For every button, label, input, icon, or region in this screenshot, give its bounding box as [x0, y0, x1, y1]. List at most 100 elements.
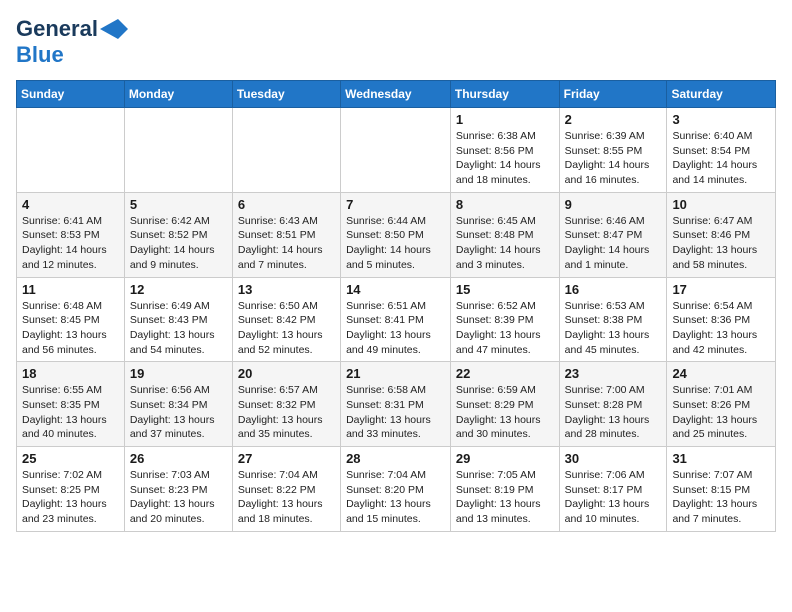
calendar-table: SundayMondayTuesdayWednesdayThursdayFrid…	[16, 80, 776, 532]
week-row-3: 11 Sunrise: 6:48 AMSunset: 8:45 PMDayligh…	[17, 277, 776, 362]
calendar-body: 1Sunrise: 6:38 AMSunset: 8:56 PMDaylight…	[17, 108, 776, 532]
day-header-saturday: Saturday	[667, 81, 776, 108]
day-number: 15	[456, 282, 554, 297]
calendar-cell	[124, 108, 232, 193]
day-number: 7	[346, 197, 445, 212]
day-number: 23	[565, 366, 662, 381]
day-info: Sunrise: 6:42 AMSunset: 8:52 PMDaylight:…	[130, 214, 227, 273]
calendar-cell: 8Sunrise: 6:45 AMSunset: 8:48 PMDaylight…	[450, 192, 559, 277]
day-info: Sunrise: 7:02 AMSunset: 8:25 PMDaylight:…	[22, 468, 119, 527]
calendar-cell: 11 Sunrise: 6:48 AMSunset: 8:45 PMDayligh…	[17, 277, 125, 362]
calendar-cell	[232, 108, 340, 193]
day-number: 18	[22, 366, 119, 381]
calendar-cell: 17 Sunrise: 6:54 AMSunset: 8:36 PMDayligh…	[667, 277, 776, 362]
week-row-4: 18 Sunrise: 6:55 AMSunset: 8:35 PMDayligh…	[17, 362, 776, 447]
day-number: 13	[238, 282, 335, 297]
day-header-thursday: Thursday	[450, 81, 559, 108]
day-number: 3	[672, 112, 770, 127]
day-number: 12	[130, 282, 227, 297]
day-info: Sunrise: 7:05 AMSunset: 8:19 PMDaylight:…	[456, 468, 554, 527]
day-info: Sunrise: 6:39 AMSunset: 8:55 PMDaylight:…	[565, 129, 662, 188]
day-info: Sunrise: 6:43 AMSunset: 8:51 PMDaylight:…	[238, 214, 335, 273]
day-number: 8	[456, 197, 554, 212]
calendar-cell: 31Sunrise: 7:07 AMSunset: 8:15 PMDayligh…	[667, 447, 776, 532]
day-number: 20	[238, 366, 335, 381]
day-info: Sunrise: 6:48 AMSunset: 8:45 PMDaylight:…	[22, 299, 119, 358]
logo-blue: Blue	[16, 42, 64, 67]
calendar-cell: 13 Sunrise: 6:50 AMSunset: 8:42 PMDayligh…	[232, 277, 340, 362]
day-number: 22	[456, 366, 554, 381]
calendar-cell: 9Sunrise: 6:46 AMSunset: 8:47 PMDaylight…	[559, 192, 667, 277]
calendar-cell: 2 Sunrise: 6:39 AMSunset: 8:55 PMDaylight…	[559, 108, 667, 193]
day-info: Sunrise: 7:04 AMSunset: 8:22 PMDaylight:…	[238, 468, 335, 527]
calendar-cell: 5 Sunrise: 6:42 AMSunset: 8:52 PMDaylight…	[124, 192, 232, 277]
calendar-cell: 4Sunrise: 6:41 AMSunset: 8:53 PMDaylight…	[17, 192, 125, 277]
calendar-cell: 27 Sunrise: 7:04 AMSunset: 8:22 PMDayligh…	[232, 447, 340, 532]
day-info: Sunrise: 6:56 AMSunset: 8:34 PMDaylight:…	[130, 383, 227, 442]
calendar-cell: 22 Sunrise: 6:59 AMSunset: 8:29 PMDayligh…	[450, 362, 559, 447]
week-row-5: 25 Sunrise: 7:02 AMSunset: 8:25 PMDayligh…	[17, 447, 776, 532]
calendar-cell: 21 Sunrise: 6:58 AMSunset: 8:31 PMDayligh…	[341, 362, 451, 447]
calendar-header-row: SundayMondayTuesdayWednesdayThursdayFrid…	[17, 81, 776, 108]
day-info: Sunrise: 6:51 AMSunset: 8:41 PMDaylight:…	[346, 299, 445, 358]
calendar-cell	[17, 108, 125, 193]
day-header-sunday: Sunday	[17, 81, 125, 108]
calendar-cell: 20Sunrise: 6:57 AMSunset: 8:32 PMDayligh…	[232, 362, 340, 447]
day-info: Sunrise: 7:07 AMSunset: 8:15 PMDaylight:…	[672, 468, 770, 527]
calendar-cell: 15 Sunrise: 6:52 AMSunset: 8:39 PMDayligh…	[450, 277, 559, 362]
day-number: 17	[672, 282, 770, 297]
day-number: 25	[22, 451, 119, 466]
day-number: 26	[130, 451, 227, 466]
day-info: Sunrise: 6:59 AMSunset: 8:29 PMDaylight:…	[456, 383, 554, 442]
page-header: General Blue	[16, 16, 776, 68]
logo-general: General	[16, 16, 98, 42]
calendar-cell: 26Sunrise: 7:03 AMSunset: 8:23 PMDayligh…	[124, 447, 232, 532]
day-number: 6	[238, 197, 335, 212]
calendar-cell: 16 Sunrise: 6:53 AMSunset: 8:38 PMDayligh…	[559, 277, 667, 362]
day-info: Sunrise: 6:52 AMSunset: 8:39 PMDaylight:…	[456, 299, 554, 358]
day-number: 24	[672, 366, 770, 381]
calendar-cell: 10 Sunrise: 6:47 AMSunset: 8:46 PMDayligh…	[667, 192, 776, 277]
day-number: 1	[456, 112, 554, 127]
day-header-monday: Monday	[124, 81, 232, 108]
calendar-cell: 18 Sunrise: 6:55 AMSunset: 8:35 PMDayligh…	[17, 362, 125, 447]
calendar-cell: 14 Sunrise: 6:51 AMSunset: 8:41 PMDayligh…	[341, 277, 451, 362]
day-number: 29	[456, 451, 554, 466]
calendar-cell: 12 Sunrise: 6:49 AMSunset: 8:43 PMDayligh…	[124, 277, 232, 362]
day-number: 11	[22, 282, 119, 297]
day-number: 16	[565, 282, 662, 297]
day-number: 14	[346, 282, 445, 297]
day-info: Sunrise: 6:54 AMSunset: 8:36 PMDaylight:…	[672, 299, 770, 358]
week-row-1: 1Sunrise: 6:38 AMSunset: 8:56 PMDaylight…	[17, 108, 776, 193]
day-info: Sunrise: 6:44 AMSunset: 8:50 PMDaylight:…	[346, 214, 445, 273]
day-info: Sunrise: 7:04 AMSunset: 8:20 PMDaylight:…	[346, 468, 445, 527]
day-info: Sunrise: 6:58 AMSunset: 8:31 PMDaylight:…	[346, 383, 445, 442]
calendar-cell: 3 Sunrise: 6:40 AMSunset: 8:54 PMDaylight…	[667, 108, 776, 193]
day-info: Sunrise: 6:47 AMSunset: 8:46 PMDaylight:…	[672, 214, 770, 273]
day-info: Sunrise: 6:49 AMSunset: 8:43 PMDaylight:…	[130, 299, 227, 358]
calendar-cell: 23 Sunrise: 7:00 AMSunset: 8:28 PMDayligh…	[559, 362, 667, 447]
day-info: Sunrise: 7:06 AMSunset: 8:17 PMDaylight:…	[565, 468, 662, 527]
day-number: 5	[130, 197, 227, 212]
calendar-cell: 19Sunrise: 6:56 AMSunset: 8:34 PMDayligh…	[124, 362, 232, 447]
logo: General Blue	[16, 16, 128, 68]
day-info: Sunrise: 6:40 AMSunset: 8:54 PMDaylight:…	[672, 129, 770, 188]
day-info: Sunrise: 6:53 AMSunset: 8:38 PMDaylight:…	[565, 299, 662, 358]
day-number: 27	[238, 451, 335, 466]
day-info: Sunrise: 6:50 AMSunset: 8:42 PMDaylight:…	[238, 299, 335, 358]
day-number: 9	[565, 197, 662, 212]
day-number: 2	[565, 112, 662, 127]
day-number: 30	[565, 451, 662, 466]
day-header-tuesday: Tuesday	[232, 81, 340, 108]
calendar-cell: 7 Sunrise: 6:44 AMSunset: 8:50 PMDaylight…	[341, 192, 451, 277]
calendar-cell: 6 Sunrise: 6:43 AMSunset: 8:51 PMDaylight…	[232, 192, 340, 277]
logo-bird-icon	[100, 19, 128, 39]
day-number: 21	[346, 366, 445, 381]
calendar-cell: 24Sunrise: 7:01 AMSunset: 8:26 PMDayligh…	[667, 362, 776, 447]
day-number: 28	[346, 451, 445, 466]
day-header-friday: Friday	[559, 81, 667, 108]
day-info: Sunrise: 7:00 AMSunset: 8:28 PMDaylight:…	[565, 383, 662, 442]
day-info: Sunrise: 6:55 AMSunset: 8:35 PMDaylight:…	[22, 383, 119, 442]
day-info: Sunrise: 6:41 AMSunset: 8:53 PMDaylight:…	[22, 214, 119, 273]
day-number: 10	[672, 197, 770, 212]
